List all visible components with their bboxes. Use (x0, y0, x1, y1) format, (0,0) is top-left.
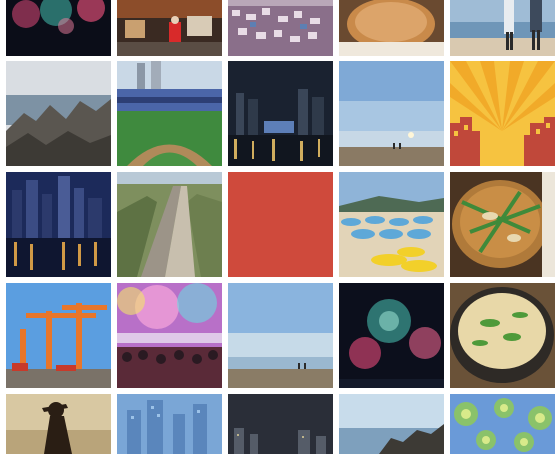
pork-soup-photo-icon (450, 283, 555, 388)
gallery-tile-beach-couple[interactable] (450, 0, 555, 56)
gallery-tile-floral-pattern[interactable] (450, 394, 555, 454)
rocky-coast-photo-icon (6, 61, 111, 166)
festival-lights-photo-icon (117, 283, 222, 388)
beach-couple-photo-icon (450, 0, 555, 56)
red-placeholder-icon (228, 172, 333, 277)
fireworks-night-photo-icon (339, 283, 444, 388)
beach-umbrellas-photo-icon (339, 172, 444, 277)
gallery-tile-street-festival[interactable] (117, 0, 222, 56)
blue-skyline-illustration-icon (117, 394, 222, 454)
gallery-tile-city-night-skyline[interactable] (6, 172, 111, 277)
gallery-tile-night-harbor[interactable] (228, 61, 333, 166)
dusk-skyline-photo-icon (228, 394, 333, 454)
gallery-tile-fireworks[interactable] (6, 0, 111, 56)
gallery-tile-clear-sky-beach[interactable] (228, 283, 333, 388)
gallery-tile-fireworks-night[interactable] (339, 283, 444, 388)
gallery-tile-red-placeholder[interactable] (228, 172, 333, 277)
pancake-food-photo-icon (339, 0, 444, 56)
fireworks-photo-icon (6, 0, 111, 56)
gallery-tile-silhouette-person[interactable] (6, 394, 111, 454)
clear-sky-beach-photo-icon (228, 283, 333, 388)
railway-path-photo-icon (117, 172, 222, 277)
gallery-tile-sunburst[interactable] (450, 61, 555, 166)
gallery-tile-dusk-skyline[interactable] (228, 394, 333, 454)
coastal-rocks-photo-icon (339, 394, 444, 454)
sunburst-illustration-icon (450, 61, 555, 166)
gallery-tile-blue-skyline[interactable] (117, 394, 222, 454)
gallery-tile-railway-path[interactable] (117, 172, 222, 277)
port-cranes-photo-icon (6, 283, 111, 388)
gallery-tile-festival-lights[interactable] (117, 283, 222, 388)
silhouette-person-photo-icon (6, 394, 111, 454)
gallery-tile-rocky-coast[interactable] (6, 61, 111, 166)
baseball-stadium-photo-icon (117, 61, 222, 166)
floral-pattern-icon (450, 394, 555, 454)
gallery-tile-pancake[interactable] (339, 0, 444, 56)
gallery-tile-pork-soup[interactable] (450, 283, 555, 388)
hillside-village-photo-icon (228, 0, 333, 56)
gallery-tile-seafood-pancake[interactable] (450, 172, 555, 277)
sunset-beach-photo-icon (339, 61, 444, 166)
night-harbor-photo-icon (228, 61, 333, 166)
city-night-skyline-photo-icon (6, 172, 111, 277)
gallery-tile-beach-umbrellas[interactable] (339, 172, 444, 277)
gallery-tile-baseball-stadium[interactable] (117, 61, 222, 166)
gallery-tile-sunset-beach[interactable] (339, 61, 444, 166)
gallery-tile-port-cranes[interactable] (6, 283, 111, 388)
seafood-pancake-photo-icon (450, 172, 555, 277)
street-festival-photo-icon (117, 0, 222, 56)
gallery-tile-coastal-rocks[interactable] (339, 394, 444, 454)
photo-gallery-grid (0, 0, 560, 454)
gallery-tile-hillside-village[interactable] (228, 0, 333, 56)
